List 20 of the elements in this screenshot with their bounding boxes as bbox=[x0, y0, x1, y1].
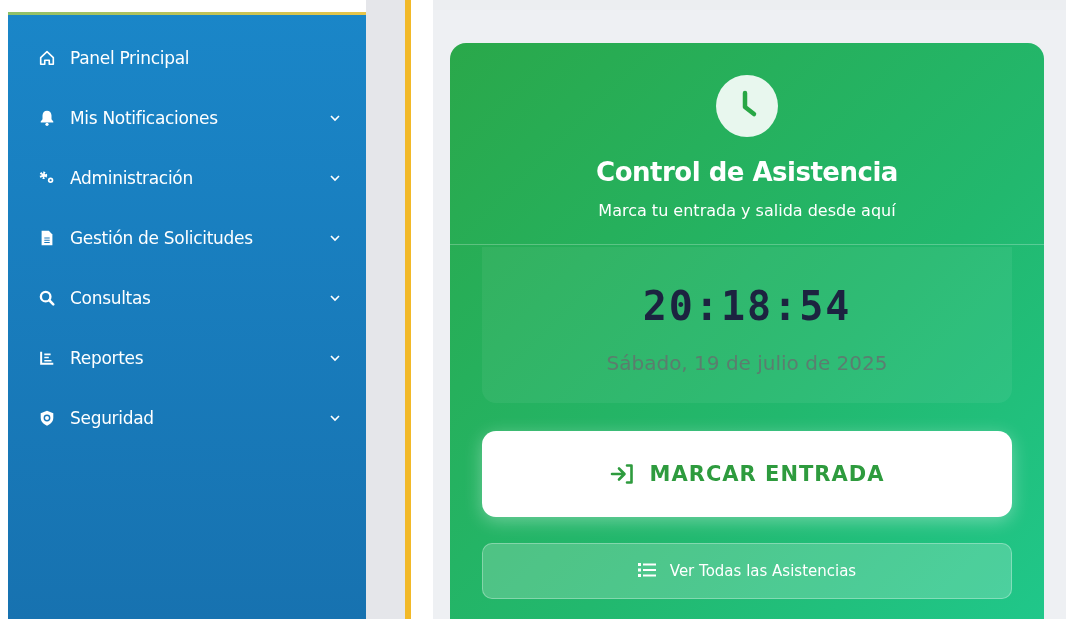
card-title: Control de Asistencia bbox=[596, 157, 898, 187]
home-icon bbox=[38, 49, 56, 67]
clock-icon bbox=[716, 75, 778, 137]
sidebar-item[interactable]: Gestión de Solicitudes bbox=[38, 223, 366, 253]
search-icon bbox=[38, 289, 56, 307]
check-in-button[interactable]: MARCAR ENTRADA bbox=[482, 431, 1012, 517]
sidebar-item[interactable]: Administración bbox=[38, 163, 366, 193]
clock-time: 20:18:54 bbox=[642, 283, 852, 329]
sidebar-item[interactable]: Mis Notificaciones bbox=[38, 103, 366, 133]
sign-in-icon bbox=[609, 463, 636, 485]
list-icon bbox=[637, 562, 656, 578]
clock-date: Sábado, 19 de julio de 2025 bbox=[606, 351, 888, 375]
sidebar-item[interactable]: Reportes bbox=[38, 343, 366, 373]
card-subtitle: Marca tu entrada y salida desde aquí bbox=[598, 201, 896, 220]
sidebar-item[interactable]: Consultas bbox=[38, 283, 366, 313]
sidebar-item[interactable]: Seguridad bbox=[38, 403, 366, 433]
sidebar-item[interactable]: Panel Principal bbox=[38, 43, 366, 73]
shield-icon bbox=[38, 409, 56, 427]
chart-icon bbox=[38, 349, 56, 367]
bell-icon bbox=[38, 109, 56, 127]
